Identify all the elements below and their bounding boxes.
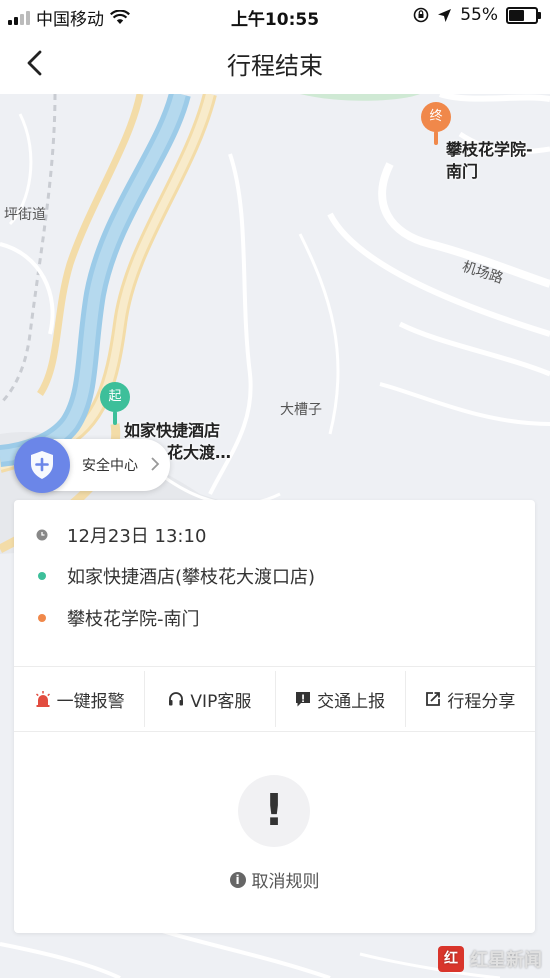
divider-bottom — [14, 731, 535, 732]
traffic-report-button[interactable]: 交通上报 — [274, 667, 405, 731]
clock-icon — [36, 529, 48, 541]
destination-dot-icon — [38, 614, 46, 622]
alarm-icon — [35, 691, 50, 707]
action-bar: 一键报警 VIP客服 交通上报 行程分享 — [14, 667, 535, 731]
trip-destination-row: 攀枝花学院-南门 — [14, 598, 535, 638]
share-icon — [426, 692, 441, 706]
end-name-line2: 南门 — [446, 162, 479, 181]
safety-center-badge — [14, 437, 70, 493]
orientation-lock-icon — [413, 7, 429, 23]
trip-origin-row: 如家快捷酒店(攀枝花大渡口店) — [14, 556, 535, 596]
trip-share-button[interactable]: 行程分享 — [404, 667, 535, 731]
trip-origin: 如家快捷酒店(攀枝花大渡口店) — [67, 567, 316, 588]
emergency-alarm-label: 一键报警 — [56, 691, 125, 712]
chevron-right-icon — [151, 457, 160, 471]
safety-center-label: 安全中心 — [82, 458, 138, 474]
end-location-label: 攀枝花学院- 南门 — [446, 139, 533, 183]
cancel-rule-label: 取消规则 — [251, 872, 320, 892]
page-title: 行程结束 — [227, 52, 323, 80]
end-name-line1: 攀枝花学院- — [446, 140, 533, 159]
traffic-report-label: 交通上报 — [317, 691, 386, 712]
battery-icon — [506, 6, 541, 24]
trip-time: 12月23日 13:10 — [67, 526, 207, 547]
end-pin[interactable]: 终 — [421, 102, 451, 145]
trip-time-row: 12月23日 13:10 — [14, 515, 535, 555]
vip-service-button[interactable]: VIP客服 — [144, 667, 274, 731]
vip-service-label: VIP客服 — [190, 691, 252, 712]
shield-icon — [31, 451, 53, 479]
nav-bar: 行程结束 — [0, 32, 550, 94]
headset-icon — [169, 692, 184, 706]
start-pin[interactable]: 起 — [100, 382, 130, 425]
status-bar: 中国移动 上午10:55 55% — [0, 0, 550, 32]
trip-card: 12月23日 13:10 如家快捷酒店(攀枝花大渡口店) 攀枝花学院-南门 一键… — [14, 500, 535, 933]
cancel-rule-link[interactable]: i 取消规则 — [14, 867, 535, 892]
trip-share-label: 行程分享 — [447, 691, 516, 712]
safety-center-button[interactable]: 安全中心 — [14, 437, 170, 493]
watermark-text: 红星新闻 — [470, 950, 542, 971]
report-icon — [296, 692, 311, 707]
watermark-logo: 红 — [438, 946, 464, 972]
status-right: 55% — [413, 5, 541, 25]
map-label-road-left: 坪街道 — [4, 207, 46, 223]
exclamation-icon: ! — [238, 775, 310, 847]
watermark: 红 红星新闻 — [438, 946, 542, 972]
battery-percent: 55% — [460, 5, 498, 25]
emergency-alarm-button[interactable]: 一键报警 — [14, 667, 144, 731]
location-arrow-icon — [438, 8, 452, 22]
map-label-area: 大槽子 — [280, 402, 322, 418]
info-icon: i — [229, 871, 246, 888]
trip-destination: 攀枝花学院-南门 — [67, 609, 200, 630]
battery-level — [509, 9, 525, 21]
origin-dot-icon — [38, 572, 46, 580]
